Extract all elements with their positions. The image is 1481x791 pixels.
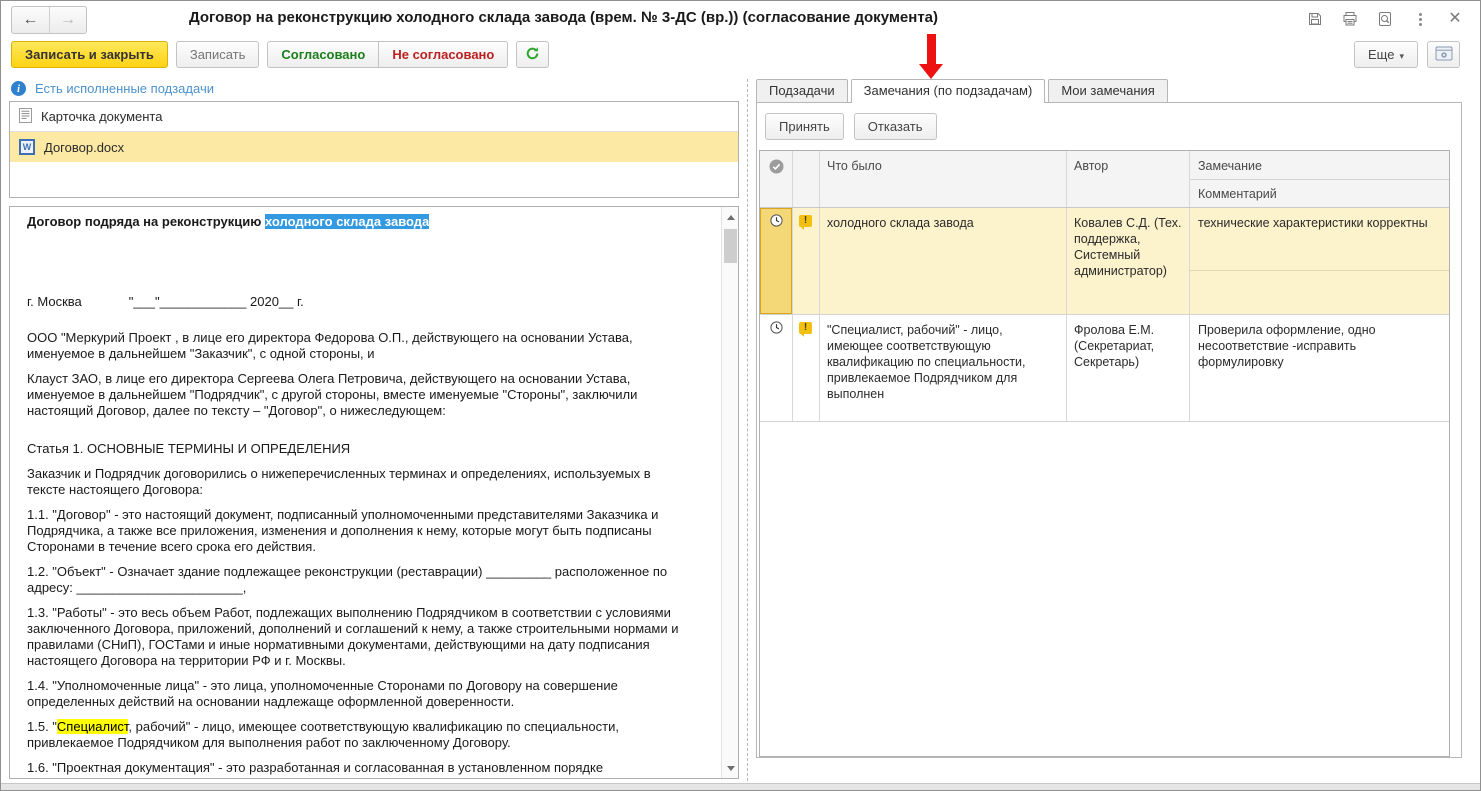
window-bottom-edge: [1, 783, 1480, 790]
remark-comment-cell: технические характеристики корректны: [1190, 208, 1449, 314]
remark-author-cell: Ковалев С.Д. (Тех. поддержка, Системный …: [1067, 208, 1190, 314]
column-header-comment: Комментарий: [1190, 179, 1449, 207]
forward-icon: →: [60, 11, 76, 28]
title-actions: ✕: [1306, 10, 1464, 28]
document-paragraph: ООО "Меркурий Проект , в лице его директ…: [27, 330, 633, 361]
remark-comment-cell: Проверила оформление, одно несоответстви…: [1190, 315, 1449, 421]
clock-icon: [769, 214, 783, 231]
tab-3[interactable]: Мои замечания: [1048, 79, 1168, 102]
page-title: Договор на реконструкцию холодного склад…: [189, 9, 939, 26]
remark-row[interactable]: ! холодного склада завода Ковалев С.Д. (Те…: [760, 208, 1449, 315]
not-approved-button[interactable]: Не согласовано: [378, 41, 509, 68]
document-scrollbar[interactable]: [721, 207, 738, 778]
word-file-icon: W: [19, 139, 35, 155]
form-settings-icon: [1435, 46, 1453, 64]
document-paragraph: 1.1. "Договор" - это настоящий документ,…: [27, 507, 659, 554]
remark-what-cell: "Специалист, рабочий" - лицо, имеющее со…: [820, 315, 1067, 421]
select-all-icon: [769, 159, 784, 207]
more-button-label: Еще: [1368, 47, 1395, 62]
scroll-thumb[interactable]: [724, 229, 737, 263]
approval-button-group: Согласовано Не согласовано: [267, 41, 509, 68]
accept-button[interactable]: Принять: [765, 113, 844, 140]
navigation-group: ← →: [11, 6, 87, 34]
main-toolbar: Записать и закрыть Записать Согласовано …: [1, 37, 1480, 73]
remarks-section: Подзадачи Замечания (по подзадачам) Мои за…: [756, 79, 1462, 759]
document-paragraph: Заказчик и Подрядчик договорились о ниже…: [27, 466, 651, 497]
form-settings-button[interactable]: [1427, 41, 1460, 68]
remarks-table: Что было Автор Замечание Комментарий ! хо…: [759, 150, 1450, 757]
document-paragraph: Статья 1. ОСНОВНЫЕ ТЕРМИНЫ И ОПРЕДЕЛЕНИЯ: [27, 441, 351, 456]
document-paragraph: 1.3. "Работы" - это весь объем Работ, по…: [27, 605, 679, 668]
comment-text: [1190, 270, 1449, 308]
file-item[interactable]: W Договор.docx: [10, 132, 738, 162]
attachment-list: Карточка документа W Договор.docx: [9, 101, 739, 198]
remark-what-cell: холодного склада завода: [820, 208, 1067, 314]
application-window: ← → Договор на реконструкцию холодного с…: [0, 0, 1481, 791]
refresh-button[interactable]: [516, 41, 550, 68]
document-paragraph: 1.5. "Специалист, рабочий" - лицо, имеющ…: [27, 719, 619, 750]
select-all-header[interactable]: [760, 151, 793, 207]
column-header-author[interactable]: Автор: [1067, 151, 1190, 207]
annotation-arrow-icon: [917, 34, 945, 79]
row-status-cell: [760, 315, 793, 421]
print-icon[interactable]: [1341, 10, 1359, 28]
warning-icon: !: [799, 322, 812, 337]
column-header-remark-comment[interactable]: Замечание Комментарий: [1190, 151, 1449, 207]
column-header-remark: Замечание: [1198, 159, 1262, 173]
subtasks-notice: i Есть исполненные подзадачи: [11, 81, 214, 96]
back-icon: ←: [22, 11, 39, 28]
document-paragraph: 1.2. "Объект" - Означает здание подлежащ…: [27, 564, 668, 595]
table-body: ! холодного склада завода Ковалев С.Д. (Те…: [760, 208, 1449, 422]
document-paragraph: Договор подряда на реконструкцию холодно…: [27, 214, 430, 229]
file-item-label: Договор.docx: [44, 139, 125, 155]
scroll-down-icon[interactable]: [722, 760, 738, 776]
status-column-header[interactable]: [793, 151, 820, 207]
right-tabs: Подзадачи Замечания (по подзадачам) Мои за…: [756, 79, 1168, 103]
document-text: Договор подряда на реконструкцию холодно…: [27, 214, 679, 778]
remarks-actions: Принять Отказать: [765, 113, 937, 140]
menu-dots-icon[interactable]: [1411, 10, 1429, 28]
remarks-panel: Принять Отказать Что было Автор Замечани…: [756, 102, 1462, 758]
table-header: Что было Автор Замечание Комментарий: [760, 151, 1449, 208]
row-flag-cell: !: [793, 208, 820, 314]
remark-text: Проверила оформление, одно несоответстви…: [1198, 323, 1376, 369]
more-button[interactable]: Еще ▾: [1354, 41, 1418, 68]
document-paragraph: 1.4. "Уполномоченные лица" - это лица, у…: [27, 678, 618, 709]
title-bar: ← → Договор на реконструкцию холодного с…: [1, 1, 1480, 37]
preview-icon[interactable]: [1376, 10, 1394, 28]
save-icon[interactable]: [1306, 10, 1324, 28]
column-header-what[interactable]: Что было: [820, 151, 1067, 207]
remark-row[interactable]: ! "Специалист, рабочий" - лицо, имеющее с…: [760, 315, 1449, 422]
document-card-icon: [19, 107, 32, 126]
file-item-label: Карточка документа: [41, 109, 163, 124]
reject-button[interactable]: Отказать: [853, 113, 937, 140]
tab-1[interactable]: Подзадачи: [756, 79, 848, 102]
warning-icon: !: [799, 215, 812, 230]
highlighted-text: Специалист: [56, 719, 129, 734]
document-preview-panel: Договор подряда на реконструкцию холодно…: [9, 206, 739, 779]
document-paragraph: г. Москва "___"____________ 2020__ г.: [27, 294, 304, 309]
back-button[interactable]: ←: [12, 7, 49, 33]
approved-button[interactable]: Согласовано: [267, 41, 380, 68]
row-flag-cell: !: [793, 315, 820, 421]
document-paragraph: 1.6. "Проектная документация" - это разр…: [27, 760, 604, 775]
file-item[interactable]: Карточка документа: [10, 102, 738, 132]
info-icon: i: [11, 81, 26, 96]
remark-text: технические характеристики корректны: [1198, 216, 1428, 230]
save-button[interactable]: Записать: [175, 41, 260, 68]
forward-button[interactable]: →: [49, 7, 86, 33]
remark-author-cell: Фролова Е.М. (Секретариат, Секретарь): [1067, 315, 1190, 421]
subtasks-notice-link[interactable]: Есть исполненные подзадачи: [35, 81, 214, 96]
scroll-up-icon[interactable]: [722, 209, 738, 225]
clock-icon: [769, 321, 783, 338]
selected-text: холодного склада завода: [264, 214, 430, 229]
close-icon[interactable]: ✕: [1446, 10, 1464, 28]
row-status-cell: [760, 208, 793, 314]
panel-splitter[interactable]: [747, 79, 748, 781]
document-paragraph: Клауст ЗАО, в лице его директора Сергеев…: [27, 371, 638, 418]
refresh-icon: [525, 46, 540, 64]
more-caret-icon: ▾: [1399, 51, 1404, 61]
tab-2[interactable]: Замечания (по подзадачам): [850, 79, 1046, 103]
save-close-button[interactable]: Записать и закрыть: [11, 41, 168, 68]
